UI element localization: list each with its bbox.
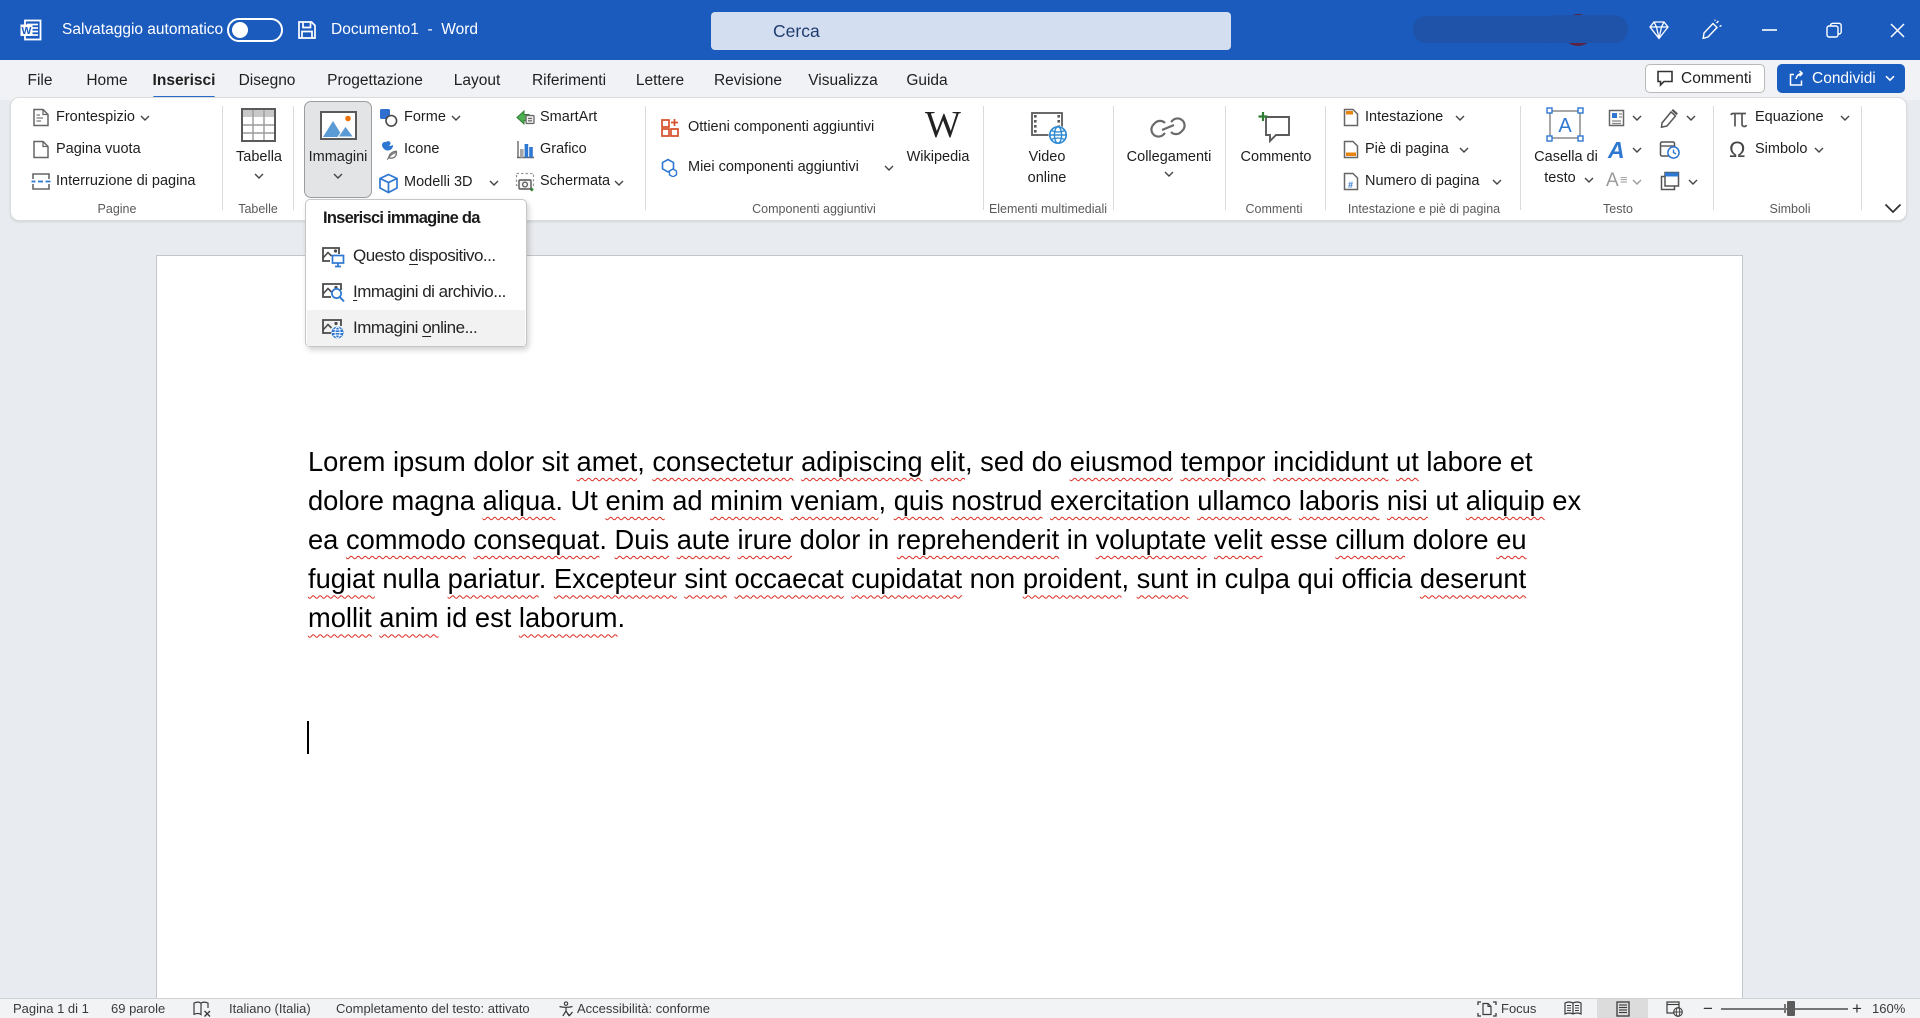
svg-text:A: A — [1558, 115, 1572, 137]
svg-text:#: # — [1348, 180, 1353, 190]
